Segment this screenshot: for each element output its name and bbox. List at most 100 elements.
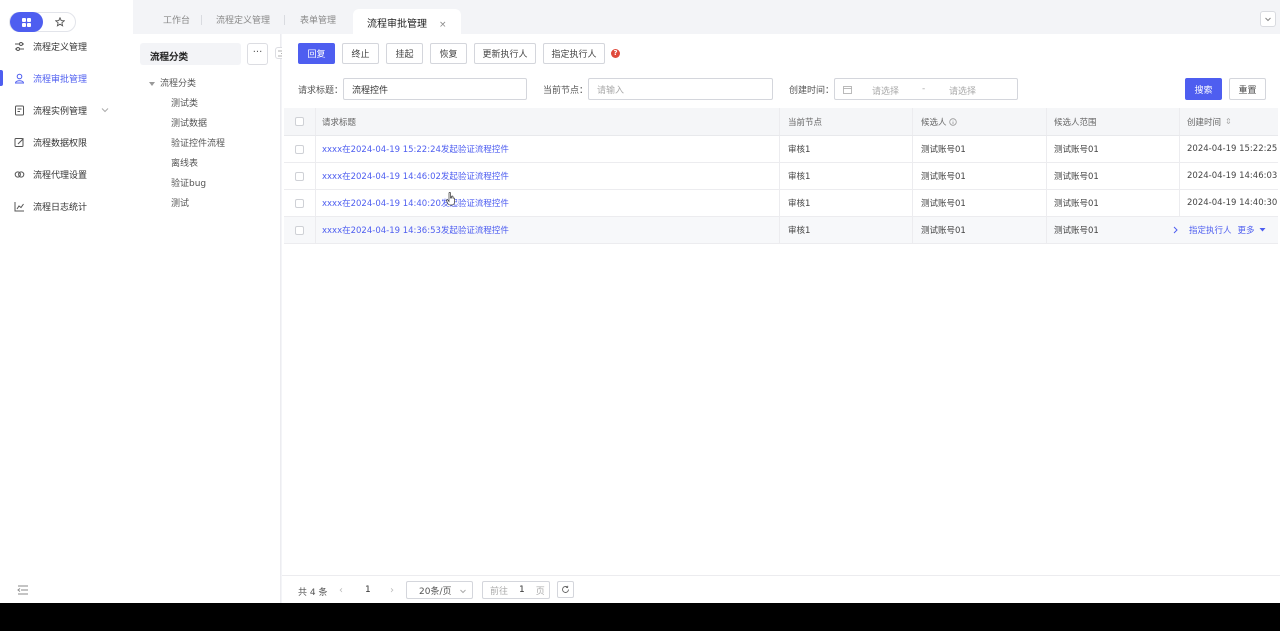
column-divider	[912, 136, 913, 162]
page-size-select[interactable]: 20条/页	[406, 581, 473, 599]
column-divider	[779, 108, 780, 135]
nav-item-label: 流程代理设置	[33, 170, 88, 181]
table-header: 请求标题 当前节点 候选人 候选人范围 创建时间 ⇕	[284, 108, 1278, 136]
table-row[interactable]: xxxx在2024-04-19 14:36:53发起验证流程控件 审核1 测试账…	[284, 217, 1278, 244]
range-separator: -	[922, 84, 926, 94]
update-executor-button[interactable]: 更新执行人	[474, 43, 536, 64]
tab-workbench[interactable]: 工作台	[163, 13, 190, 29]
row-candidate: 测试账号01	[921, 145, 966, 155]
table-row[interactable]: xxxx在2024-04-19 15:22:24发起验证流程控件 审核1 测试账…	[284, 136, 1278, 163]
header-time[interactable]: 创建时间 ⇕	[1187, 108, 1232, 135]
row-node: 审核1	[788, 199, 811, 209]
proxy-icon	[14, 170, 25, 178]
date-range-picker[interactable]: 请选择 - 请选择	[834, 78, 1018, 100]
row-checkbox[interactable]	[295, 172, 304, 181]
nav-item-proxy[interactable]: 流程代理设置	[0, 164, 133, 184]
apps-grid-icon[interactable]	[10, 12, 43, 32]
tab-form[interactable]: 表单管理	[300, 13, 336, 29]
chevron-down-icon[interactable]	[101, 106, 109, 114]
column-divider	[1046, 163, 1047, 189]
row-node: 审核1	[788, 172, 811, 182]
nav-item-label: 流程实例管理	[33, 106, 88, 117]
row-title-link[interactable]: xxxx在2024-04-19 14:46:02发起验证流程控件	[322, 163, 509, 189]
close-icon[interactable]: ×	[439, 20, 447, 30]
prev-page-icon[interactable]: ‹	[339, 585, 343, 596]
chevron-right-icon[interactable]	[1172, 226, 1179, 234]
refresh-button[interactable]	[557, 581, 574, 598]
title-filter-label: 请求标题：	[298, 86, 344, 96]
tree-root[interactable]: 流程分类	[149, 76, 196, 89]
row-title-link[interactable]: xxxx在2024-04-19 15:22:24发起验证流程控件	[322, 136, 509, 162]
assign-executor-button[interactable]: 指定执行人	[543, 43, 605, 64]
nav-item-log[interactable]: 流程日志统计	[0, 196, 133, 216]
title-filter-input[interactable]: 流程控件	[343, 78, 527, 100]
row-actions: 指定执行人 更多	[1172, 217, 1266, 243]
row-checkbox[interactable]	[295, 145, 304, 154]
column-divider	[1179, 136, 1180, 162]
tree-node[interactable]: 测试数据	[171, 116, 207, 129]
column-divider	[315, 163, 316, 189]
sort-icon[interactable]: ⇕	[1225, 117, 1232, 126]
node-filter-input[interactable]: 请输入	[588, 78, 773, 100]
row-time: 2024-04-19 14:40:30	[1187, 198, 1278, 208]
star-icon[interactable]	[50, 15, 70, 29]
tree-node[interactable]: 验证控件流程	[171, 136, 225, 149]
row-title-link[interactable]: xxxx在2024-04-19 14:36:53发起验证流程控件	[322, 217, 509, 243]
table-row[interactable]: xxxx在2024-04-19 14:40:20发起验证流程控件 审核1 测试账…	[284, 190, 1278, 217]
current-page[interactable]: 1	[365, 585, 371, 595]
tree-node[interactable]: 验证bug	[171, 176, 206, 189]
more-actions-link[interactable]: 更多	[1238, 224, 1255, 236]
caret-down-icon[interactable]	[149, 81, 155, 86]
resume-button[interactable]: 恢复	[430, 43, 467, 64]
end-date-input[interactable]: 请选择	[949, 84, 976, 97]
reset-button[interactable]: 重置	[1229, 78, 1266, 100]
help-icon[interactable]: ?	[611, 49, 620, 58]
nav-item-label: 流程定义管理	[33, 42, 88, 53]
search-button[interactable]: 搜索	[1185, 78, 1222, 100]
category-more-button[interactable]: ···	[247, 43, 268, 65]
row-range: 测试账号01	[1054, 226, 1099, 236]
row-checkbox[interactable]	[295, 226, 304, 235]
row-candidate: 测试账号01	[921, 199, 966, 209]
nav-mode-switch[interactable]	[9, 12, 76, 32]
column-divider	[779, 190, 780, 216]
collapse-menu-icon[interactable]	[17, 585, 29, 595]
edit-square-icon	[14, 137, 24, 147]
tab-definition[interactable]: 流程定义管理	[216, 13, 270, 29]
tree-node[interactable]: 测试类	[171, 96, 198, 109]
column-divider	[779, 136, 780, 162]
suspend-button[interactable]: 挂起	[386, 43, 423, 64]
header-node: 当前节点	[788, 117, 823, 128]
next-page-icon[interactable]: ›	[390, 585, 394, 596]
goto-input[interactable]: 1	[519, 585, 525, 595]
header-title: 请求标题	[322, 117, 357, 128]
tab-dropdown-button[interactable]	[1260, 11, 1276, 27]
column-divider	[315, 190, 316, 216]
instance-icon	[15, 105, 24, 115]
tree-node[interactable]: 离线表	[171, 156, 198, 169]
start-date-input[interactable]: 请选择	[872, 84, 899, 97]
chevron-down-icon	[1265, 17, 1271, 22]
row-title-link[interactable]: xxxx在2024-04-19 14:40:20发起验证流程控件	[322, 190, 509, 216]
row-checkbox[interactable]	[295, 199, 304, 208]
caret-down-icon[interactable]	[1259, 227, 1266, 233]
table-row[interactable]: xxxx在2024-04-19 14:46:02发起验证流程控件 审核1 测试账…	[284, 163, 1278, 190]
nav-item-definition[interactable]: 流程定义管理	[0, 36, 133, 56]
select-all-checkbox[interactable]	[295, 117, 304, 126]
row-node: 审核1	[788, 145, 811, 155]
nav-item-instance[interactable]: 流程实例管理	[0, 100, 133, 120]
assign-executor-link[interactable]: 指定执行人	[1189, 224, 1232, 236]
terminate-button[interactable]: 终止	[342, 43, 379, 64]
column-divider	[315, 217, 316, 243]
row-candidate: 测试账号01	[921, 226, 966, 236]
hand-cursor-icon	[446, 192, 455, 206]
column-divider	[912, 190, 913, 216]
row-range: 测试账号01	[1054, 199, 1099, 209]
tab-approval[interactable]: 流程审批管理 ×	[353, 9, 461, 34]
row-node: 审核1	[788, 226, 811, 236]
tree-node[interactable]: 测试	[171, 196, 189, 209]
nav-item-approval[interactable]: 流程审批管理	[0, 68, 133, 88]
info-icon[interactable]	[948, 117, 957, 126]
nav-item-data-permission[interactable]: 流程数据权限	[0, 132, 133, 152]
reply-button[interactable]: 回复	[298, 43, 335, 64]
